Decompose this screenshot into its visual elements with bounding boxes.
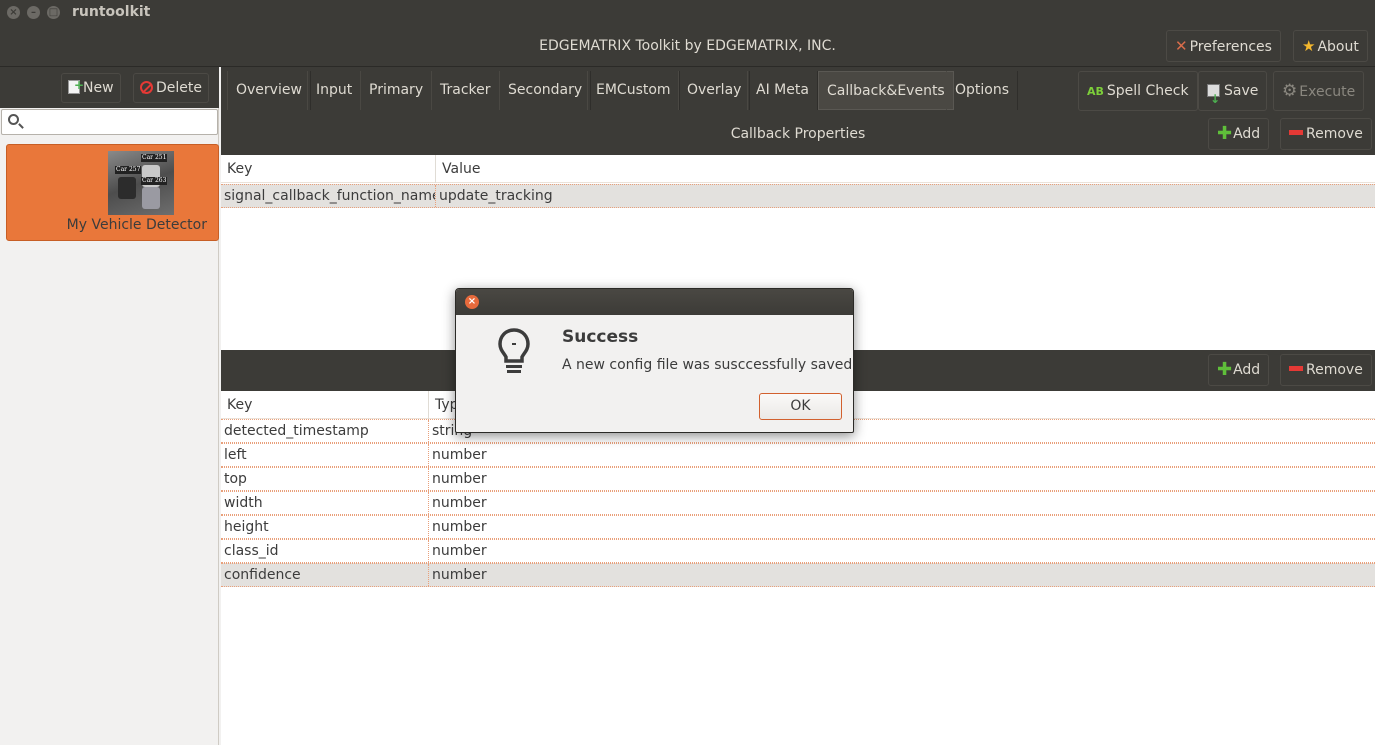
type-cell[interactable]: number xyxy=(428,540,1375,562)
project-name: My Vehicle Detector xyxy=(66,217,207,233)
column-header[interactable]: Key xyxy=(221,155,435,183)
plus-icon: ✚ xyxy=(1217,123,1233,144)
preferences-label: Preferences xyxy=(1189,39,1272,55)
column-header[interactable]: Key xyxy=(221,391,428,419)
tab-overlay[interactable]: Overlay xyxy=(678,71,751,110)
dialog-titlebar: × xyxy=(456,289,853,315)
thumb-tag: Car 257 xyxy=(115,166,142,174)
project-item[interactable]: Car 251 Car 257 Car 263 My Vehicle Detec… xyxy=(6,144,219,241)
tab-overview[interactable]: Overview xyxy=(227,71,311,110)
key-cell[interactable]: detected_timestamp xyxy=(221,420,428,442)
key-cell[interactable]: top xyxy=(221,468,428,490)
column-header[interactable]: Value xyxy=(435,155,735,183)
dialog-message: A new config file was susccessfully save… xyxy=(562,357,853,373)
star-icon: ★ xyxy=(1302,37,1316,55)
new-label: New xyxy=(83,80,114,96)
thumb-tag: Car 263 xyxy=(141,177,168,185)
callback-properties-header: Callback Properties ✚Add Remove xyxy=(221,114,1375,155)
window-maximize-icon[interactable]: □ xyxy=(47,6,60,19)
delete-label: Delete xyxy=(156,80,202,96)
save-button[interactable]: Save xyxy=(1198,71,1268,118)
about-label: About xyxy=(1317,39,1359,55)
table-row[interactable]: left number xyxy=(221,443,1375,467)
type-cell[interactable]: number xyxy=(428,492,1375,514)
section-title: Callback Properties xyxy=(730,126,866,142)
dialog-close-icon[interactable]: × xyxy=(465,295,479,309)
search-icon xyxy=(8,114,19,125)
search-input[interactable] xyxy=(26,112,214,132)
header-bar: EDGEMATRIX Toolkit by EDGEMATRIX, INC. ✕… xyxy=(0,26,1375,67)
save-label: Save xyxy=(1224,83,1259,99)
delete-icon xyxy=(140,81,153,94)
table-row[interactable]: width number xyxy=(221,491,1375,515)
window-titlebar: × – □ runtoolkit xyxy=(0,0,1375,26)
table-row[interactable]: signal_callback_function_name update_tra… xyxy=(221,184,1375,208)
minus-icon xyxy=(1289,366,1303,371)
new-project-button[interactable]: New xyxy=(61,71,121,103)
minus-icon xyxy=(1289,130,1303,135)
table-row[interactable]: height number xyxy=(221,515,1375,539)
key-cell[interactable]: left xyxy=(221,444,428,466)
sidebar-toolbar: New Delete xyxy=(0,67,219,108)
tab-tracker[interactable]: Tracker xyxy=(431,71,500,110)
add-label: Add xyxy=(1233,126,1261,142)
value-cell[interactable]: update_tracking xyxy=(435,185,1375,207)
table-row[interactable]: class_id number xyxy=(221,539,1375,563)
tab-emcustom[interactable]: EMCustom xyxy=(587,71,680,110)
gear-icon: ⚙ xyxy=(1282,81,1298,101)
tools-icon: ✕ xyxy=(1175,37,1188,55)
tab-secondary[interactable]: Secondary xyxy=(499,71,592,110)
spell-check-button[interactable]: AB Spell Check xyxy=(1078,71,1198,111)
execute-button[interactable]: ⚙ Execute xyxy=(1273,71,1365,111)
table-header: Key Value xyxy=(221,155,1375,183)
project-sidebar: New Delete Car 251 Car 257 Car 263 My Ve… xyxy=(0,67,219,745)
tab-primary[interactable]: Primary xyxy=(360,71,433,110)
preferences-button[interactable]: ✕ Preferences xyxy=(1166,30,1281,62)
tab-bar: Overview Input Primary Tracker Secondary… xyxy=(221,67,1375,118)
window-close-icon[interactable]: × xyxy=(7,6,20,19)
spell-check-icon: AB xyxy=(1087,85,1104,98)
project-thumbnail: Car 251 Car 257 Car 263 xyxy=(108,151,174,215)
type-cell[interactable]: number xyxy=(428,516,1375,538)
tab-input[interactable]: Input xyxy=(307,71,362,110)
execute-label: Execute xyxy=(1299,84,1356,100)
type-cell[interactable]: number xyxy=(428,468,1375,490)
table-row[interactable]: top number xyxy=(221,467,1375,491)
add-event-button[interactable]: ✚Add xyxy=(1208,354,1270,386)
plus-icon: ✚ xyxy=(1217,359,1233,380)
app-name: runtoolkit xyxy=(72,4,151,20)
remove-event-button[interactable]: Remove xyxy=(1280,354,1372,386)
about-button[interactable]: ★ About xyxy=(1293,30,1368,62)
remove-label: Remove xyxy=(1306,126,1363,142)
tab-ai-meta[interactable]: AI Meta xyxy=(747,71,818,110)
table-row[interactable]: confidence number xyxy=(221,563,1375,587)
delete-project-button[interactable]: Delete xyxy=(133,73,209,103)
spell-check-label: Spell Check xyxy=(1106,83,1189,99)
add-callback-button[interactable]: ✚Add xyxy=(1208,118,1270,150)
event-table: Key Typ detected_timestamp string left n… xyxy=(221,391,1375,745)
dialog-heading: Success xyxy=(562,327,639,347)
key-cell[interactable]: width xyxy=(221,492,428,514)
project-search[interactable] xyxy=(1,109,218,135)
remove-label: Remove xyxy=(1306,362,1363,378)
new-document-icon xyxy=(68,71,84,99)
add-label: Add xyxy=(1233,362,1261,378)
key-cell[interactable]: signal_callback_function_name xyxy=(221,185,435,207)
tab-callback-events[interactable]: Callback&Events xyxy=(818,71,954,110)
thumb-tag: Car 251 xyxy=(141,154,168,162)
type-cell[interactable]: number xyxy=(428,564,1375,586)
type-cell[interactable]: number xyxy=(428,444,1375,466)
key-cell[interactable]: height xyxy=(221,516,428,538)
window-minimize-icon[interactable]: – xyxy=(27,6,40,19)
success-dialog: × Success A new config file was susccess… xyxy=(455,288,854,433)
key-cell[interactable]: confidence xyxy=(221,564,428,586)
key-cell[interactable]: class_id xyxy=(221,540,428,562)
remove-callback-button[interactable]: Remove xyxy=(1280,118,1372,150)
tab-options[interactable]: Options xyxy=(946,71,1019,110)
ok-button[interactable]: OK xyxy=(759,393,842,420)
lightbulb-icon xyxy=(498,328,530,373)
save-icon xyxy=(1207,80,1220,118)
